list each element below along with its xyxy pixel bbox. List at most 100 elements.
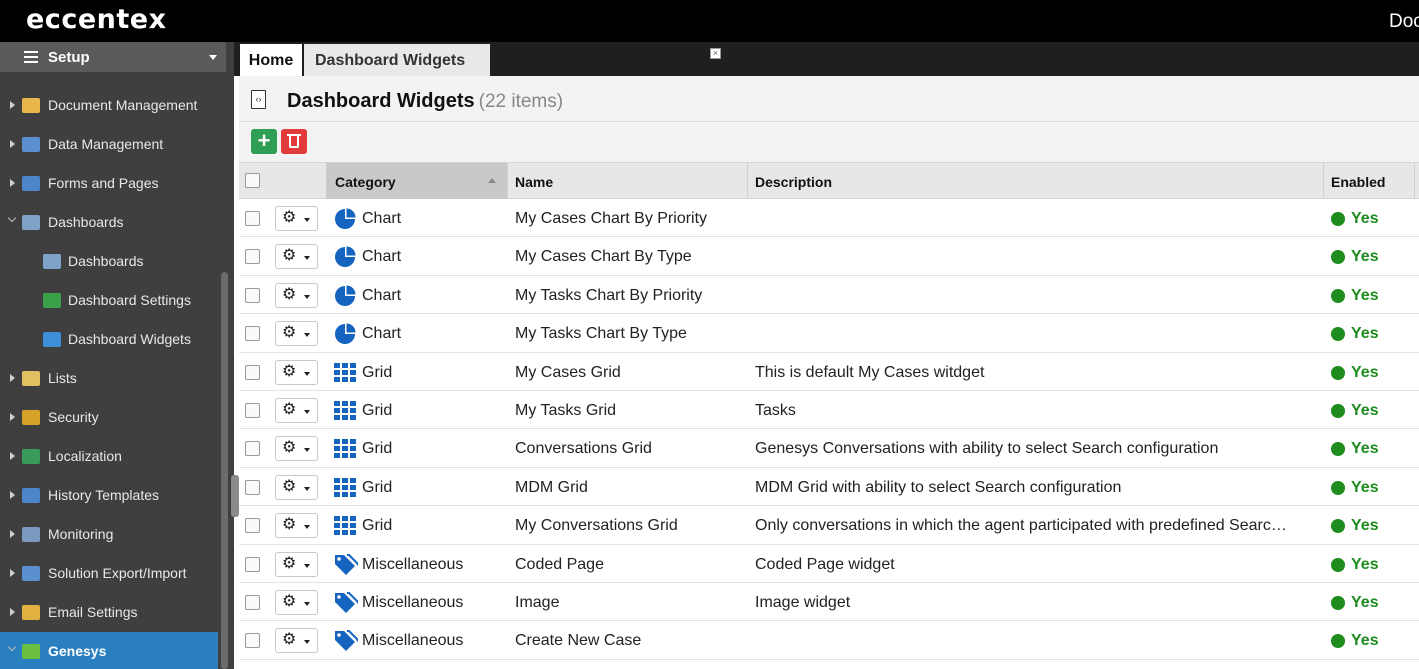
- sidebar-item-genesys[interactable]: Genesys: [0, 632, 218, 669]
- sidebar-item-monitoring[interactable]: Monitoring: [0, 515, 218, 554]
- expand-arrow-icon[interactable]: [10, 530, 15, 538]
- sidebar-item-label: Dashboards: [48, 214, 124, 230]
- table-row[interactable]: ⚙ Grid My Conversations Grid Only conver…: [239, 506, 1419, 545]
- sidebar-item-forms-and-pages[interactable]: Forms and Pages: [0, 164, 218, 203]
- expand-arrow-icon[interactable]: [10, 452, 15, 460]
- expand-arrow-icon[interactable]: [10, 101, 15, 109]
- row-checkbox[interactable]: [245, 556, 260, 572]
- expanded-arrow-icon[interactable]: [7, 642, 17, 652]
- table-row[interactable]: ⚙ Grid MDM Grid MDM Grid with ability to…: [239, 468, 1419, 507]
- table-row[interactable]: ⚙ Miscellaneous Coded Page Coded Page wi…: [239, 545, 1419, 583]
- sidebar-item-dashboards[interactable]: Dashboards: [0, 242, 218, 281]
- description-cell: MDM Grid with ability to select Search c…: [755, 478, 1122, 496]
- expand-arrow-icon[interactable]: [10, 491, 15, 499]
- row-actions-button[interactable]: ⚙: [275, 513, 318, 539]
- table-row[interactable]: ⚙ Chart My Cases Chart By Type Yes: [239, 237, 1419, 276]
- sidebar-item-dashboard-settings[interactable]: Dashboard Settings: [0, 281, 218, 320]
- expand-arrow-icon[interactable]: [10, 179, 15, 187]
- table-row[interactable]: ⚙ Miscellaneous Create New Case Yes: [239, 621, 1419, 660]
- row-checkbox[interactable]: [245, 633, 260, 649]
- sidebar-item-document-management[interactable]: Document Management: [0, 86, 218, 125]
- row-actions-button[interactable]: ⚙: [275, 551, 318, 577]
- row-actions-button[interactable]: ⚙: [275, 359, 318, 385]
- expanded-arrow-icon[interactable]: [7, 213, 17, 223]
- expand-arrow-icon[interactable]: [10, 569, 15, 577]
- table-row[interactable]: ⚙ Grid My Cases Grid This is default My …: [239, 353, 1419, 391]
- expand-arrow-icon[interactable]: [10, 140, 15, 148]
- sidebar-item-history-templates[interactable]: History Templates: [0, 476, 218, 515]
- table-row[interactable]: ⚙ Miscellaneous Image Image widget Yes: [239, 583, 1419, 622]
- table-row[interactable]: ⚙ Chart My Cases Chart By Priority Yes: [239, 199, 1419, 238]
- table-row[interactable]: ⚙ Grid My Tasks Grid Tasks Yes: [239, 391, 1419, 430]
- sidebar-item-localization[interactable]: Localization: [0, 437, 218, 476]
- sidebar-item-label: Document Management: [48, 97, 198, 113]
- row-actions-button[interactable]: ⚙: [275, 474, 318, 500]
- top-right-menu[interactable]: Doc: [1389, 11, 1419, 33]
- status-dot-icon: [1331, 442, 1345, 457]
- row-actions-button[interactable]: ⚙: [275, 321, 318, 347]
- row-checkbox[interactable]: [245, 211, 260, 226]
- expand-arrow-icon[interactable]: [10, 374, 15, 382]
- row-actions-button[interactable]: ⚙: [275, 282, 318, 308]
- chevron-down-icon: [304, 525, 310, 530]
- row-checkbox[interactable]: [245, 402, 260, 418]
- column-header-enabled[interactable]: Enabled: [1324, 163, 1415, 199]
- select-all-checkbox[interactable]: [245, 173, 260, 188]
- expand-arrow-icon[interactable]: [10, 413, 15, 421]
- tab-dashboard-widgets[interactable]: Dashboard Widgets: [304, 44, 490, 76]
- column-header-category[interactable]: Category: [327, 163, 508, 199]
- sidebar-item-label: Solution Export/Import: [48, 565, 187, 581]
- pie-chart-icon: [334, 323, 356, 345]
- grid-icon: [334, 477, 356, 497]
- sidebar-item-lists[interactable]: Lists: [0, 359, 218, 398]
- chevron-down-icon: [304, 601, 310, 606]
- close-tab-icon[interactable]: ×: [710, 48, 721, 59]
- row-checkbox[interactable]: [245, 249, 260, 265]
- setup-label: Setup: [48, 49, 90, 66]
- setup-menu-button[interactable]: Setup: [0, 42, 226, 72]
- row-checkbox[interactable]: [245, 518, 260, 534]
- enabled-cell: Yes: [1351, 555, 1379, 573]
- sidebar-item-email-settings[interactable]: Email Settings: [0, 593, 218, 632]
- tab-home[interactable]: Home: [240, 44, 302, 76]
- add-button[interactable]: +: [251, 129, 277, 154]
- app-logo[interactable]: eccentex: [26, 4, 167, 35]
- row-checkbox[interactable]: [245, 287, 260, 303]
- table-row[interactable]: ⚙ Grid Conversations Grid Genesys Conver…: [239, 429, 1419, 468]
- chevron-down-icon: [304, 448, 310, 453]
- row-checkbox[interactable]: [245, 364, 260, 380]
- enabled-cell: Yes: [1351, 248, 1379, 266]
- hamburger-icon: [24, 51, 38, 63]
- sidebar-item-dashboards[interactable]: Dashboards: [0, 203, 218, 242]
- category-cell: Grid: [362, 478, 393, 496]
- row-actions-button[interactable]: ⚙: [275, 628, 318, 654]
- row-checkbox[interactable]: [245, 441, 260, 457]
- row-actions-button[interactable]: ⚙: [275, 589, 318, 615]
- category-cell: Chart: [362, 210, 402, 227]
- sidebar-item-data-management[interactable]: Data Management: [0, 125, 218, 164]
- row-checkbox[interactable]: [245, 479, 260, 495]
- gear-icon: ⚙: [282, 362, 297, 380]
- row-actions-button[interactable]: ⚙: [275, 436, 318, 462]
- name-cell: My Cases Grid: [515, 363, 621, 381]
- row-actions-button[interactable]: ⚙: [275, 206, 318, 231]
- sidebar-item-security[interactable]: Security: [0, 398, 218, 437]
- expand-arrow-icon[interactable]: [10, 608, 15, 616]
- splitter-handle[interactable]: [231, 475, 239, 517]
- row-checkbox[interactable]: [245, 594, 260, 610]
- table-row[interactable]: ⚙ Chart My Tasks Chart By Type Yes: [239, 314, 1419, 353]
- chevron-down-icon: [304, 640, 310, 645]
- delete-button[interactable]: [281, 129, 307, 154]
- table-row[interactable]: ⚙ Chart My Tasks Chart By Priority Yes: [239, 276, 1419, 315]
- column-header-name[interactable]: Name: [508, 163, 748, 199]
- enabled-cell: Yes: [1351, 440, 1379, 458]
- row-checkbox[interactable]: [245, 326, 260, 342]
- column-header-description[interactable]: Description: [748, 163, 1324, 199]
- sidebar-item-dashboard-widgets[interactable]: Dashboard Widgets: [0, 320, 218, 359]
- sidebar-item-solution-export-import[interactable]: Solution Export/Import: [0, 554, 218, 593]
- sidebar-item-label: Email Settings: [48, 604, 138, 620]
- row-actions-button[interactable]: ⚙: [275, 244, 318, 270]
- sidebar-scrollbar-thumb[interactable]: [221, 272, 228, 669]
- gear-icon: ⚙: [282, 247, 297, 265]
- row-actions-button[interactable]: ⚙: [275, 397, 318, 423]
